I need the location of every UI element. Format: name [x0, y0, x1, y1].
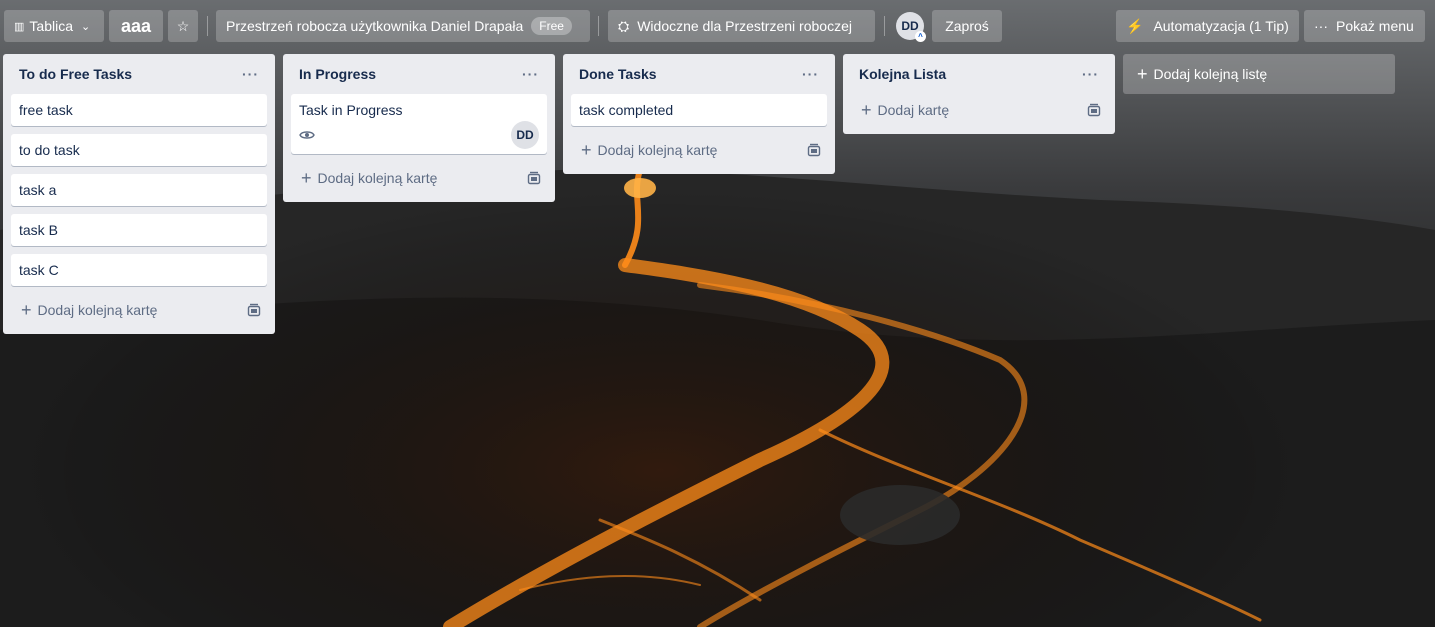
card-template-icon[interactable] — [1087, 103, 1101, 117]
show-menu-button[interactable]: ··· Pokaż menu — [1304, 10, 1425, 42]
card-template-icon[interactable] — [527, 171, 541, 185]
add-card-button[interactable]: + Dodaj kolejną kartę — [11, 294, 267, 326]
board-header: ▥ Tablica ⌄ aaa ☆ Przestrzeń robocza uży… — [0, 0, 1435, 52]
card[interactable]: task completed — [571, 94, 827, 126]
list-menu-icon[interactable]: ··· — [1082, 66, 1099, 82]
add-card-label: Dodaj kolejną kartę — [597, 142, 718, 158]
add-list-label: Dodaj kolejną listę — [1153, 66, 1268, 82]
visibility-label: Widoczne dla Przestrzeni roboczej — [637, 18, 852, 34]
header-divider — [884, 16, 885, 36]
list-to-do: To do Free Tasks ··· free task to do tas… — [3, 54, 275, 334]
add-card-label: Dodaj kolejną kartę — [37, 302, 158, 318]
list-title[interactable]: Kolejna Lista — [859, 66, 946, 82]
card[interactable]: task B — [11, 214, 267, 246]
list-menu-icon[interactable]: ··· — [242, 66, 259, 82]
star-icon: ☆ — [176, 17, 190, 34]
card[interactable]: task a — [11, 174, 267, 206]
list-menu-icon[interactable]: ··· — [522, 66, 539, 82]
list-header[interactable]: To do Free Tasks ··· — [11, 54, 267, 94]
star-button[interactable]: ☆ — [168, 10, 198, 42]
workspace-label: Przestrzeń robocza użytkownika Daniel Dr… — [226, 18, 524, 34]
board-view-icon: ▥ — [14, 20, 25, 33]
show-menu-label: Pokaż menu — [1336, 18, 1414, 34]
list-header[interactable]: In Progress ··· — [291, 54, 547, 94]
list-title[interactable]: In Progress — [299, 66, 376, 82]
automation-button[interactable]: ⚡ Automatyzacja (1 Tip) — [1116, 10, 1299, 42]
plus-icon: + — [301, 168, 312, 188]
card-badges: DD — [299, 121, 539, 149]
plus-icon: + — [21, 300, 32, 320]
invite-button[interactable]: Zaproś — [932, 10, 1002, 42]
list-in-progress: In Progress ··· Task in Progress DD + Do… — [283, 54, 555, 202]
member-avatar[interactable]: DD ^ — [896, 12, 926, 42]
add-card-label: Dodaj kolejną kartę — [317, 170, 438, 186]
board-name[interactable]: aaa — [109, 10, 163, 42]
list-done: Done Tasks ··· task completed + Dodaj ko… — [563, 54, 835, 174]
automation-label: Automatyzacja (1 Tip) — [1153, 18, 1289, 34]
list-kolejna: Kolejna Lista ··· + Dodaj kartę — [843, 54, 1115, 134]
visibility-button[interactable]: ⛭ Widoczne dla Przestrzeni roboczej — [608, 10, 875, 42]
card[interactable]: task C — [11, 254, 267, 286]
view-switcher-label: Tablica — [29, 18, 73, 34]
chevron-down-icon: ⌄ — [81, 20, 91, 33]
people-icon: ⛭ — [618, 17, 630, 34]
card[interactable]: free task — [11, 94, 267, 126]
workspace-button[interactable]: Przestrzeń robocza użytkownika Daniel Dr… — [216, 10, 590, 42]
header-divider — [598, 16, 599, 36]
add-card-button[interactable]: + Dodaj kolejną kartę — [291, 162, 547, 194]
list-title[interactable]: To do Free Tasks — [19, 66, 132, 82]
card[interactable]: to do task — [11, 134, 267, 166]
list-header[interactable]: Kolejna Lista ··· — [851, 54, 1107, 94]
add-card-label: Dodaj kartę — [877, 102, 950, 118]
card[interactable]: Task in Progress DD — [291, 94, 547, 154]
header-divider — [207, 16, 208, 36]
member-initials: DD — [901, 19, 919, 33]
card-title: Task in Progress — [299, 102, 403, 118]
view-switcher-button[interactable]: ▥ Tablica ⌄ — [4, 10, 104, 42]
plus-icon: + — [1137, 63, 1148, 84]
watching-eye-icon — [299, 131, 315, 139]
add-card-button[interactable]: + Dodaj kartę — [851, 94, 1107, 126]
plus-icon: + — [861, 100, 872, 120]
list-header[interactable]: Done Tasks ··· — [571, 54, 827, 94]
add-card-button[interactable]: + Dodaj kolejną kartę — [571, 134, 827, 166]
admin-chevron-icon: ^ — [915, 31, 926, 42]
list-title[interactable]: Done Tasks — [579, 66, 657, 82]
card-template-icon[interactable] — [247, 303, 261, 317]
card-template-icon[interactable] — [807, 143, 821, 157]
more-icon: ··· — [1314, 18, 1328, 34]
workspace-plan-badge: Free — [531, 17, 572, 35]
card-member-avatar[interactable]: DD — [511, 121, 539, 149]
list-menu-icon[interactable]: ··· — [802, 66, 819, 82]
lightning-icon: ⚡ — [1126, 17, 1144, 34]
plus-icon: + — [581, 140, 592, 160]
add-list-button[interactable]: + Dodaj kolejną listę — [1123, 54, 1395, 94]
